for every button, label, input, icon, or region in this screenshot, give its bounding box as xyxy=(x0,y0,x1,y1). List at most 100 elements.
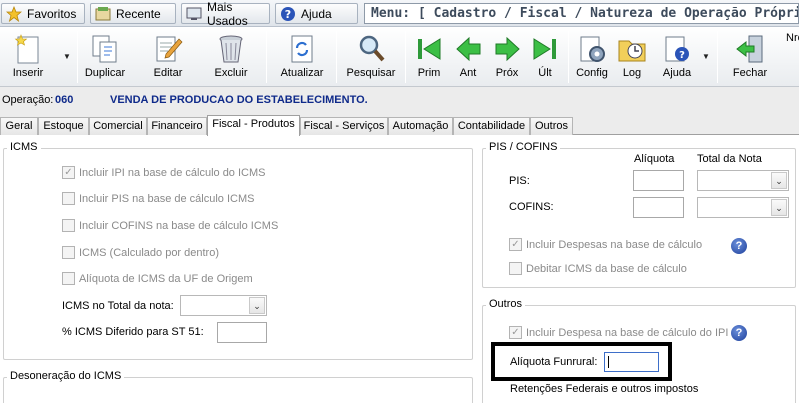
toolbar: Inserir ▼ Duplicar Editar Excluir Atuali… xyxy=(0,27,799,87)
next-record-icon xyxy=(490,32,524,66)
ult-label: Últ xyxy=(538,67,552,79)
tab-geral[interactable]: Geral xyxy=(0,117,38,135)
pis-total-nota-select[interactable]: ⌄ xyxy=(697,170,789,191)
menu-path-bar: Menu: [ Cadastro / Fiscal / Natureza de … xyxy=(364,3,799,24)
mais-usados-label: Mais Usados xyxy=(207,0,248,28)
ajuda-dropdown-icon[interactable]: ▼ xyxy=(702,52,710,61)
trash-icon xyxy=(214,32,248,66)
tab-estoque[interactable]: Estoque xyxy=(38,117,89,135)
checkbox-icon xyxy=(62,219,75,232)
last-record-icon xyxy=(528,32,562,66)
search-icon xyxy=(354,32,388,66)
ajuda-label: Ajuda xyxy=(301,6,332,21)
check-aliquota-uf-origem-label: Alíquota de ICMS da UF de Origem xyxy=(79,272,253,285)
duplicate-icon xyxy=(88,32,122,66)
favoritos-tab[interactable]: Favoritos xyxy=(1,3,85,24)
icms-group-title: ICMS xyxy=(7,141,41,153)
check-debitar-icms[interactable]: Debitar ICMS da base de cálculo xyxy=(509,262,687,275)
tab-contabilidade[interactable]: Contabilidade xyxy=(453,117,530,135)
tab-comercial[interactable]: Comercial xyxy=(89,117,147,135)
fechar-label: Fechar xyxy=(732,67,768,79)
tab-strip: Geral Estoque Comercial Financeiro Fisca… xyxy=(0,115,799,136)
chevron-down-icon: ⌄ xyxy=(771,199,787,216)
pis-cofins-group-title: PIS / COFINS xyxy=(486,141,561,153)
config-button[interactable]: Config xyxy=(574,27,610,87)
atualizar-label: Atualizar xyxy=(280,67,324,79)
mais-usados-tab[interactable]: Mais Usados xyxy=(181,0,270,28)
prox-label: Próx xyxy=(495,67,519,79)
check-despesa-ipi[interactable]: ✓ Incluir Despesa na base de cálculo do … xyxy=(509,326,728,339)
log-button[interactable]: Log xyxy=(615,27,649,87)
icms-diferido-label: % ICMS Diferido para ST 51: xyxy=(62,326,204,338)
exit-door-icon xyxy=(733,32,767,66)
atualizar-button[interactable]: Atualizar xyxy=(278,27,326,87)
svg-text:?: ? xyxy=(285,8,291,21)
refresh-icon xyxy=(285,32,319,66)
inserir-dropdown-icon[interactable]: ▼ xyxy=(63,52,71,61)
prim-label: Prim xyxy=(417,67,441,79)
pis-aliquota-input[interactable] xyxy=(633,170,684,191)
pesquisar-button[interactable]: Pesquisar xyxy=(345,27,397,87)
pesquisar-label: Pesquisar xyxy=(346,67,396,79)
check-incluir-despesas[interactable]: ✓ Incluir Despesas na base de cálculo xyxy=(509,238,702,251)
check-despesa-ipi-label: Incluir Despesa na base de cálculo do IP… xyxy=(526,326,729,339)
icms-total-nota-select[interactable]: ⌄ xyxy=(180,295,267,316)
highlight-frame xyxy=(491,342,672,381)
outros-group-title: Outros xyxy=(486,298,526,310)
help-document-icon: ? xyxy=(660,32,694,66)
ant-button[interactable]: Ant xyxy=(452,27,484,87)
checkbox-icon xyxy=(62,272,75,285)
chevron-down-icon: ⌄ xyxy=(771,172,787,189)
cofins-aliquota-input[interactable] xyxy=(633,197,684,218)
cofins-label: COFINS: xyxy=(509,201,554,213)
tab-fiscal-servicos[interactable]: Fiscal - Serviços xyxy=(300,117,388,135)
check-debitar-icms-label: Debitar ICMS da base de cálculo xyxy=(526,262,687,275)
help-icon[interactable]: ? xyxy=(731,238,747,254)
aliquota-header: Alíquota xyxy=(634,153,675,165)
fechar-button[interactable]: Fechar xyxy=(730,27,770,87)
inserir-button[interactable]: Inserir xyxy=(6,27,50,87)
favoritos-label: Favoritos xyxy=(27,6,77,21)
edit-icon xyxy=(151,32,185,66)
check-incluir-cofins-label: Incluir COFINS na base de cálculo ICMS xyxy=(79,219,279,232)
toolbar-separator xyxy=(717,31,718,83)
svg-text:?: ? xyxy=(679,50,685,61)
pis-label: PIS: xyxy=(509,175,530,187)
tab-outros[interactable]: Outros xyxy=(530,117,573,135)
log-label: Log xyxy=(622,67,642,79)
toolbar-separator xyxy=(336,31,337,83)
tab-financeiro[interactable]: Financeiro xyxy=(147,117,207,135)
editar-label: Editar xyxy=(153,67,183,79)
ajuda-tab[interactable]: ? Ajuda xyxy=(275,3,358,24)
duplicar-label: Duplicar xyxy=(84,67,126,79)
excluir-button[interactable]: Excluir xyxy=(209,27,253,87)
checkbox-icon xyxy=(509,262,522,275)
prox-button[interactable]: Próx xyxy=(491,27,523,87)
prim-button[interactable]: Prim xyxy=(413,27,445,87)
toolbar-separator xyxy=(266,31,267,83)
check-incluir-cofins[interactable]: Incluir COFINS na base de cálculo ICMS xyxy=(62,219,278,232)
check-incluir-pis[interactable]: Incluir PIS na base de cálculo ICMS xyxy=(62,192,254,205)
check-aliquota-uf-origem[interactable]: Alíquota de ICMS da UF de Origem xyxy=(62,272,253,285)
operation-label: Operação: xyxy=(2,94,54,106)
checkbox-icon xyxy=(62,246,75,259)
toolbar-separator xyxy=(568,31,569,83)
cofins-total-nota-select[interactable]: ⌄ xyxy=(697,197,789,218)
editar-button[interactable]: Editar xyxy=(146,27,190,87)
tab-automacao[interactable]: Automação xyxy=(388,117,453,135)
previous-record-icon xyxy=(451,32,485,66)
check-icms-por-dentro[interactable]: ICMS (Calculado por dentro) xyxy=(62,246,219,259)
star-icon xyxy=(5,5,23,22)
check-incluir-ipi-label: Incluir IPI na base de cálculo do ICMS xyxy=(79,166,266,179)
ajuda-toolbar-button[interactable]: ? Ajuda xyxy=(659,27,695,87)
config-icon xyxy=(575,32,609,66)
check-icms-por-dentro-label: ICMS (Calculado por dentro) xyxy=(79,246,220,259)
duplicar-button[interactable]: Duplicar xyxy=(83,27,127,87)
check-incluir-ipi[interactable]: ✓ Incluir IPI na base de cálculo do ICMS xyxy=(62,166,265,179)
help-icon[interactable]: ? xyxy=(731,325,747,341)
ult-button[interactable]: Últ xyxy=(529,27,561,87)
tab-fiscal-produtos[interactable]: Fiscal - Produtos xyxy=(207,115,300,136)
recente-tab[interactable]: Recente xyxy=(90,3,176,24)
ant-label: Ant xyxy=(459,67,477,79)
icms-diferido-input[interactable] xyxy=(217,322,267,343)
